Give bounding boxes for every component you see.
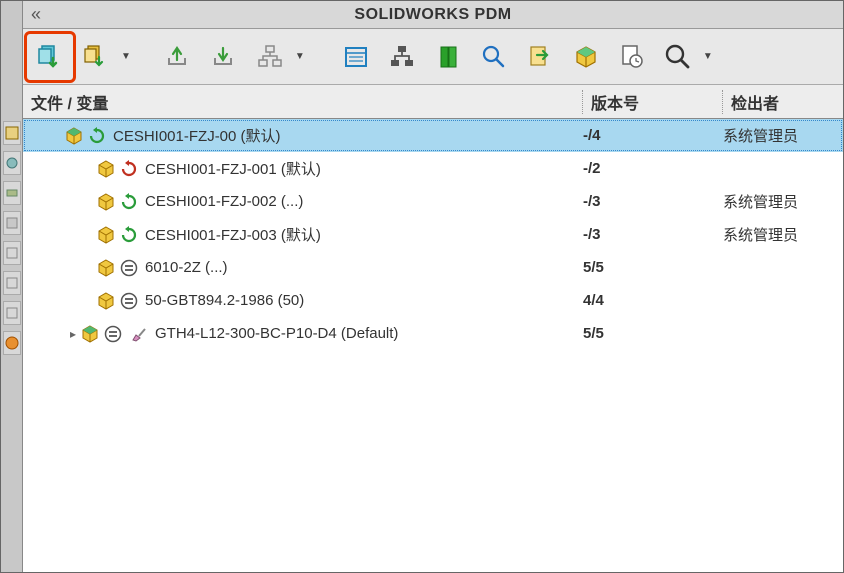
part-icon xyxy=(95,158,117,180)
cube-button[interactable] xyxy=(569,40,603,74)
version-cell: -/3 xyxy=(583,226,723,243)
main-panel: « SOLIDWORKS PDM ▼ xyxy=(23,1,843,572)
doc-clock-button[interactable] xyxy=(615,40,649,74)
cube-icon xyxy=(573,44,599,70)
pages-arrow-icon xyxy=(83,44,109,70)
version-cell: 5/5 xyxy=(583,259,723,276)
column-version[interactable]: 版本号 xyxy=(583,90,723,114)
sidebar-slot[interactable] xyxy=(3,271,21,295)
dropdown-caret-icon[interactable]: ▼ xyxy=(703,51,713,62)
checkin-icon xyxy=(211,44,237,70)
expander-icon[interactable]: ▸ xyxy=(67,327,79,341)
part-icon xyxy=(95,290,117,312)
status-icon xyxy=(119,225,139,245)
dropdown-caret-icon[interactable]: ▼ xyxy=(121,51,131,62)
sidebar-slot[interactable] xyxy=(3,301,21,325)
page-arrow-icon xyxy=(527,44,553,70)
columns-button[interactable] xyxy=(431,40,465,74)
file-name: CESHI001-FZJ-002 (...) xyxy=(145,193,583,210)
checkout-cell: 系统管理员 xyxy=(723,191,843,212)
version-cell: -/3 xyxy=(583,193,723,210)
part-icon xyxy=(95,257,117,279)
checkout-cell: 系统管理员 xyxy=(723,125,843,146)
file-tree[interactable]: CESHI001-FZJ-00 (默认)-/4系统管理员CESHI001-FZJ… xyxy=(23,119,843,572)
tree-row[interactable]: ▸ GTH4-L12-300-BC-P10-D4 (Default)5/5 xyxy=(23,317,843,350)
status-icon xyxy=(87,126,107,146)
search-button[interactable] xyxy=(477,40,511,74)
search-icon xyxy=(481,44,507,70)
version-cell: 5/5 xyxy=(583,325,723,342)
checkout-button[interactable] xyxy=(161,40,195,74)
get-latest-icon xyxy=(36,43,64,71)
status-icon xyxy=(119,258,139,278)
magnify-icon xyxy=(664,43,692,71)
status-icon xyxy=(119,192,139,212)
magnify-button[interactable] xyxy=(661,40,695,74)
sidebar-slot[interactable] xyxy=(3,181,21,205)
structure-icon xyxy=(389,44,415,70)
version-cell: 4/4 xyxy=(583,292,723,309)
toolbar: ▼ xyxy=(23,29,843,85)
tree-row[interactable]: 6010-2Z (...)5/5 xyxy=(23,251,843,284)
file-name: CESHI001-FZJ-001 (默认) xyxy=(145,158,583,179)
file-name: CESHI001-FZJ-003 (默认) xyxy=(145,224,583,245)
version-cell: -/2 xyxy=(583,160,723,177)
tree-row[interactable]: 50-GBT894.2-1986 (50)4/4 xyxy=(23,284,843,317)
left-sidebar xyxy=(1,1,23,572)
status-icon xyxy=(119,159,139,179)
part-icon xyxy=(95,191,117,213)
brush-icon xyxy=(129,324,149,344)
sidebar-slot[interactable] xyxy=(3,151,21,175)
tree-button[interactable] xyxy=(253,40,287,74)
column-headers: 文件 / 变量 版本号 检出者 xyxy=(23,85,843,119)
column-checkout[interactable]: 检出者 xyxy=(723,90,843,114)
structure-button[interactable] xyxy=(385,40,419,74)
panel-title: SOLIDWORKS PDM xyxy=(23,6,843,24)
assembly-icon xyxy=(63,125,85,147)
file-name: GTH4-L12-300-BC-P10-D4 (Default) xyxy=(155,325,583,342)
doc-clock-icon xyxy=(619,44,645,70)
tree-row[interactable]: CESHI001-FZJ-001 (默认)-/2 xyxy=(23,152,843,185)
file-name: 6010-2Z (...) xyxy=(145,259,583,276)
page-arrow-button[interactable] xyxy=(523,40,557,74)
get-latest-button[interactable] xyxy=(33,40,67,74)
collapse-icon[interactable]: « xyxy=(31,4,41,25)
tree-row[interactable]: CESHI001-FZJ-003 (默认)-/3系统管理员 xyxy=(23,218,843,251)
dropdown-caret-icon[interactable]: ▼ xyxy=(295,51,305,62)
version-cell: -/4 xyxy=(583,127,723,144)
card-button[interactable] xyxy=(339,40,373,74)
assembly-icon xyxy=(79,323,101,345)
column-file[interactable]: 文件 / 变量 xyxy=(23,90,583,114)
sidebar-slot[interactable] xyxy=(3,121,21,145)
book-icon xyxy=(435,44,461,70)
file-name: CESHI001-FZJ-00 (默认) xyxy=(113,125,583,146)
tree-row[interactable]: CESHI001-FZJ-00 (默认)-/4系统管理员 xyxy=(23,119,843,152)
checkout-icon xyxy=(165,44,191,70)
status-icon xyxy=(103,324,123,344)
sidebar-slot[interactable] xyxy=(3,331,21,355)
checkout-cell: 系统管理员 xyxy=(723,224,843,245)
part-icon xyxy=(95,224,117,246)
get-version-button[interactable] xyxy=(79,40,113,74)
tree-row[interactable]: CESHI001-FZJ-002 (...)-/3系统管理员 xyxy=(23,185,843,218)
title-bar: « SOLIDWORKS PDM xyxy=(23,1,843,29)
file-name: 50-GBT894.2-1986 (50) xyxy=(145,292,583,309)
sidebar-slot[interactable] xyxy=(3,241,21,265)
tree-icon xyxy=(257,44,283,70)
card-icon xyxy=(343,44,369,70)
status-icon xyxy=(119,291,139,311)
checkin-button[interactable] xyxy=(207,40,241,74)
app-window: « SOLIDWORKS PDM ▼ xyxy=(0,0,844,573)
sidebar-slot[interactable] xyxy=(3,211,21,235)
